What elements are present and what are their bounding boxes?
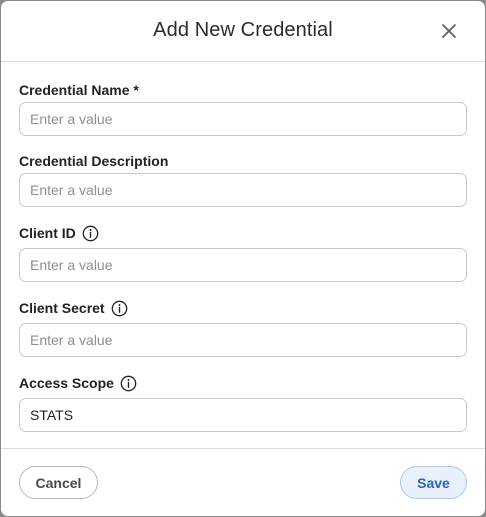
access-scope-label: Access Scope — [19, 374, 137, 392]
credential-name-label: Credential Name * — [19, 81, 139, 99]
dialog-header: Add New Credential — [1, 1, 485, 62]
client-secret-input[interactable] — [19, 323, 467, 357]
client-id-input[interactable] — [19, 248, 467, 282]
dialog-body: Credential Name * Credential Description… — [1, 63, 485, 448]
credential-description-label-text: Credential Description — [19, 153, 169, 169]
client-id-label: Client ID — [19, 224, 99, 242]
client-id-label-text: Client ID — [19, 225, 76, 241]
client-secret-label-text: Client Secret — [19, 300, 105, 316]
access-scope-input[interactable] — [19, 398, 467, 432]
info-icon[interactable] — [82, 225, 99, 242]
client-secret-label: Client Secret — [19, 299, 128, 317]
dialog-title: Add New Credential — [153, 19, 333, 41]
credential-description-label: Credential Description — [19, 152, 168, 170]
save-button[interactable]: Save — [400, 466, 467, 499]
credential-name-input[interactable] — [19, 102, 467, 136]
cancel-button[interactable]: Cancel — [19, 466, 98, 499]
info-icon[interactable] — [120, 375, 137, 392]
info-icon[interactable] — [111, 300, 128, 317]
credential-name-label-text: Credential Name * — [19, 82, 139, 98]
access-scope-label-text: Access Scope — [19, 375, 114, 391]
close-icon[interactable] — [438, 20, 460, 42]
credential-description-input[interactable] — [19, 173, 467, 207]
dialog-footer: Cancel Save — [1, 448, 485, 516]
add-credential-dialog: Add New Credential Credential Name * Cre… — [1, 1, 485, 516]
